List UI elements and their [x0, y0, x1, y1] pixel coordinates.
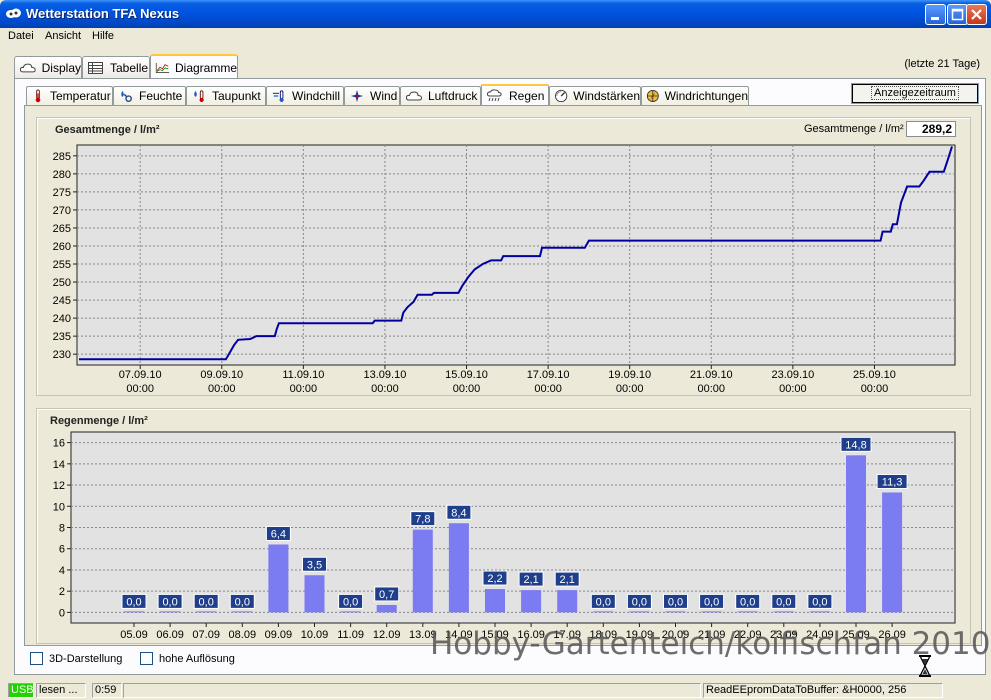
status-bar: USB lesen ... 0:59 ReadEEpromDataToBuffe… [0, 682, 991, 700]
hourglass-icon [919, 655, 931, 677]
rain-bar [340, 611, 361, 613]
data-label: 0,0 [704, 596, 719, 608]
hires-checkbox-row[interactable]: hohe Auflösung [140, 652, 235, 665]
data-label: 6,4 [271, 528, 286, 540]
rain-bar [809, 611, 830, 613]
rain-bar [665, 611, 686, 613]
watermark-text: Hobby-Gartenteich/koifischfan 2010 [430, 626, 991, 662]
x-tick-label: 11.09 [337, 629, 364, 641]
data-label: 2,1 [560, 574, 575, 586]
status-progress [123, 683, 701, 698]
rain-bar [412, 529, 433, 613]
status-mode: lesen ... [36, 683, 86, 698]
data-label: 2,2 [487, 573, 502, 585]
data-label: 0,0 [126, 596, 141, 608]
x-tick-label: 12.09 [373, 629, 401, 641]
data-label: 0,0 [632, 596, 647, 608]
rain-bar [737, 611, 758, 613]
data-label: 2,1 [523, 574, 538, 586]
x-tick-label: 06.09 [156, 629, 184, 641]
rain-bar [773, 611, 794, 613]
data-label: 14,8 [845, 439, 866, 451]
rain-bar [268, 544, 289, 613]
status-message: ReadEEpromDataToBuffer: &H0000, 256 [703, 683, 943, 698]
rain-bar [485, 589, 505, 613]
3d-checkbox-row[interactable]: 3D-Darstellung [30, 652, 122, 665]
rain-bar [232, 611, 253, 613]
rain-bar [160, 611, 181, 613]
x-tick-label: 05.09 [120, 629, 148, 641]
rain-bar [882, 492, 903, 613]
data-label: 0,0 [199, 596, 214, 608]
hires-checkbox[interactable] [140, 652, 153, 665]
x-tick-label: 10.09 [301, 629, 329, 641]
data-label: 0,0 [812, 596, 827, 608]
rain-bar [846, 455, 866, 613]
data-label: 11,3 [882, 476, 903, 488]
y-tick-label: 2 [59, 586, 65, 598]
hires-checkbox-label: hohe Auflösung [159, 652, 235, 665]
rain-bar [196, 611, 217, 613]
rain-bar [304, 575, 325, 613]
y-tick-label: 16 [53, 438, 65, 450]
status-time: 0:59 [92, 683, 122, 698]
data-label: 0,0 [776, 596, 791, 608]
data-label: 0,0 [162, 596, 177, 608]
y-tick-label: 14 [53, 459, 65, 471]
rain-bar [124, 611, 144, 613]
3d-checkbox-label: 3D-Darstellung [49, 652, 123, 665]
data-label: 0,0 [596, 596, 611, 608]
y-tick-label: 12 [53, 480, 65, 492]
data-label: 0,0 [343, 596, 358, 608]
y-tick-label: 8 [59, 523, 65, 535]
rain-bar [521, 590, 542, 613]
rain-bar [376, 604, 397, 613]
x-tick-label: 08.09 [229, 629, 257, 641]
data-label: 0,7 [379, 589, 394, 601]
x-tick-label: 09.09 [265, 629, 293, 641]
3d-checkbox[interactable] [30, 652, 43, 665]
data-label: 0,0 [740, 596, 755, 608]
data-label: 0,0 [668, 596, 683, 608]
y-tick-label: 10 [53, 501, 65, 513]
y-tick-label: 4 [59, 565, 65, 577]
rain-bar [629, 611, 650, 613]
data-label: 7,8 [415, 514, 430, 526]
rain-bar [448, 523, 469, 613]
y-tick-label: 0 [59, 607, 65, 619]
daily-rain-bar-chart: 0 2 4 6 8 10 12 14 16 05.09 0,0 06.09 0,0 07.09 0,0 08.… [53, 431, 956, 641]
rain-bar [593, 611, 614, 613]
rain-bar [701, 611, 722, 613]
data-label: 8,4 [451, 507, 466, 519]
data-label: 3,5 [307, 559, 322, 571]
x-tick-label: 07.09 [192, 629, 220, 641]
usb-status: USB [8, 683, 34, 698]
data-label: 0,0 [235, 596, 250, 608]
y-tick-label: 6 [59, 544, 65, 556]
rain-bar [557, 590, 578, 613]
